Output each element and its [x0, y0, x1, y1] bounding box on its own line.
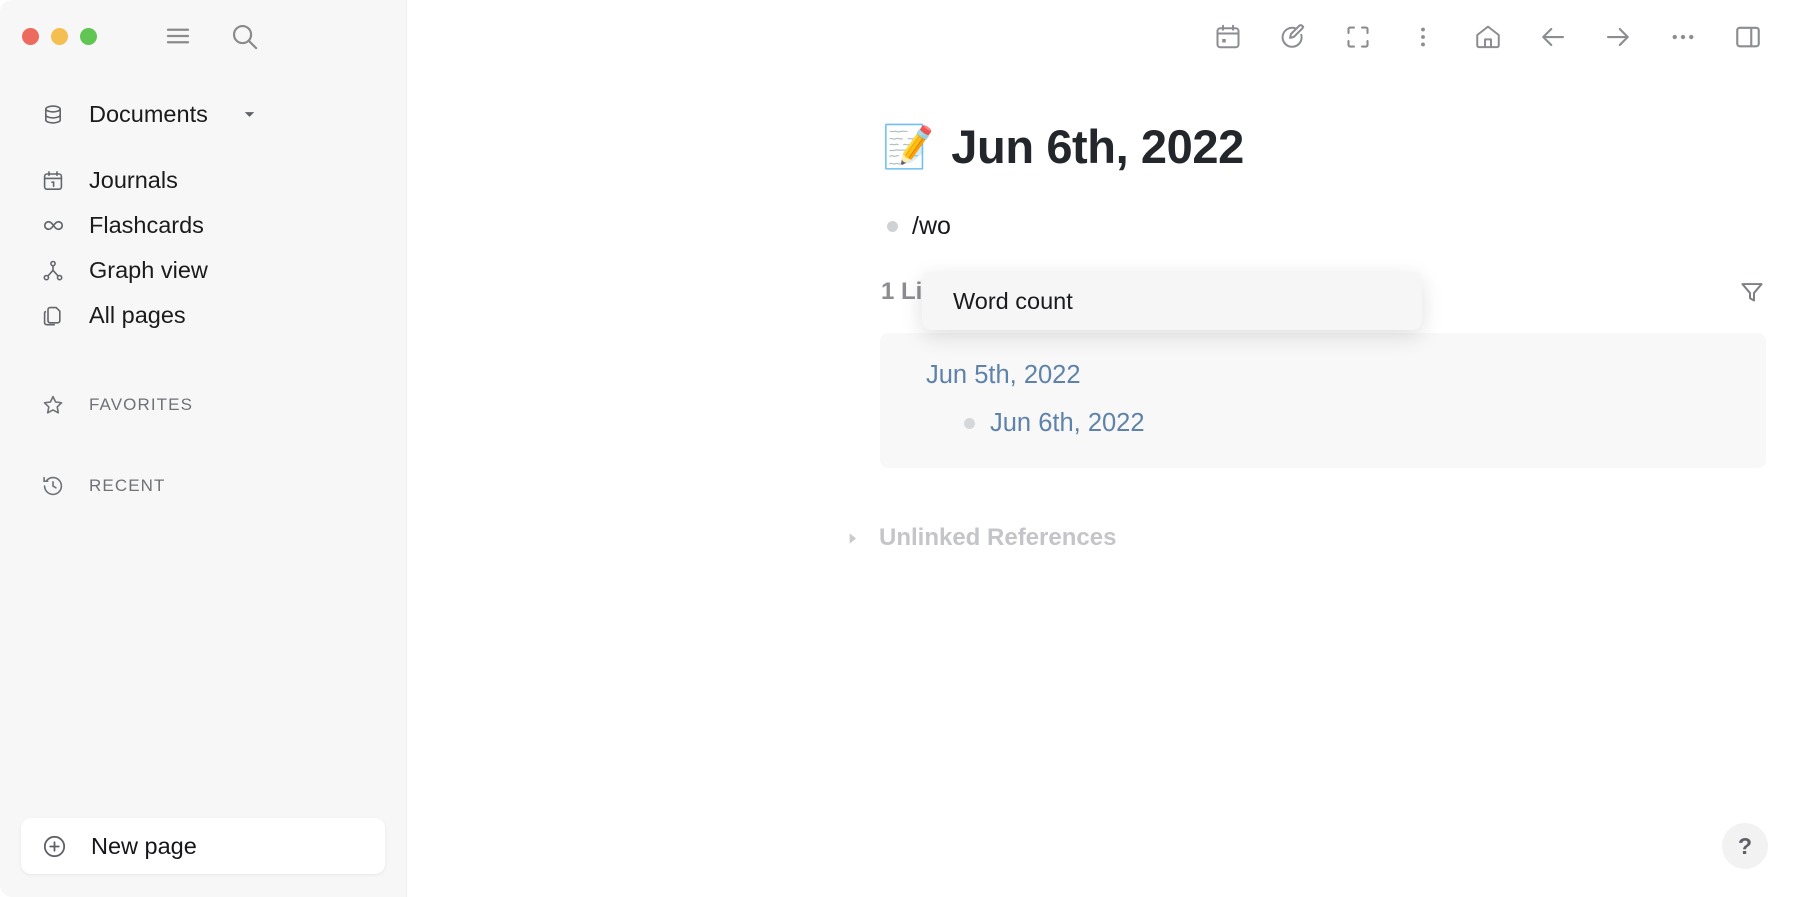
editor-block[interactable]: /wo — [407, 210, 1800, 242]
graph-node-icon — [40, 258, 66, 284]
block-text[interactable]: /wo — [912, 212, 951, 241]
window-controls — [22, 27, 97, 45]
sidebar-nav: Documents Journals Flashcards Graph view… — [0, 72, 406, 508]
back-button[interactable] — [1535, 19, 1571, 55]
sidebar-item-label: All pages — [89, 301, 186, 328]
journal-calendar-button[interactable] — [1210, 19, 1246, 55]
sidebar-section-favorites[interactable]: FAVORITES — [0, 382, 406, 427]
infinity-icon — [40, 213, 66, 239]
sidebar-item-label: Documents — [89, 100, 208, 127]
sidebar-item-journals[interactable]: Journals — [0, 158, 406, 203]
plus-circle-icon — [41, 833, 68, 860]
page-header: 📝 Jun 6th, 2022 — [407, 119, 1800, 174]
star-icon — [40, 392, 66, 418]
sidebar-item-flashcards[interactable]: Flashcards — [0, 203, 406, 248]
sidebar-item-label: Journals — [89, 166, 178, 193]
more-vertical-button[interactable] — [1405, 19, 1441, 55]
fullscreen-button[interactable] — [1340, 19, 1376, 55]
app-window: Documents Journals Flashcards Graph view… — [0, 0, 1800, 897]
sidebar-section-label: FAVORITES — [89, 394, 194, 414]
minimize-window-button[interactable] — [51, 27, 68, 45]
database-icon — [40, 102, 66, 128]
forward-button[interactable] — [1600, 19, 1636, 55]
page-title[interactable]: Jun 6th, 2022 — [951, 119, 1244, 174]
dots-button[interactable] — [1665, 19, 1701, 55]
home-button[interactable] — [1470, 19, 1506, 55]
left-sidebar: Documents Journals Flashcards Graph view… — [0, 0, 407, 897]
pages-copy-icon — [40, 303, 66, 329]
sidebar-section-label: RECENT — [89, 475, 166, 495]
slash-command-popup: Word count — [922, 272, 1422, 330]
history-clock-icon — [40, 473, 66, 499]
reference-page-link[interactable]: Jun 5th, 2022 — [880, 361, 1766, 390]
edit-button[interactable] — [1275, 19, 1311, 55]
new-page-button[interactable]: New page — [21, 818, 385, 874]
slash-command-item-word-count[interactable]: Word count — [922, 279, 1422, 323]
unlinked-references-toggle[interactable]: Unlinked References — [407, 524, 1800, 552]
block-bullet-icon[interactable] — [964, 418, 975, 429]
main-content: 📝 Jun 6th, 2022 /wo Word count 1 Linked … — [407, 0, 1800, 897]
notepad-icon: 📝 — [882, 122, 935, 170]
calendar-icon — [40, 168, 66, 194]
search-icon[interactable] — [227, 19, 261, 53]
reference-child-link[interactable]: Jun 6th, 2022 — [990, 409, 1145, 438]
right-sidebar-button[interactable] — [1730, 19, 1766, 55]
unlinked-references-label: Unlinked References — [879, 524, 1117, 551]
close-window-button[interactable] — [22, 27, 39, 45]
sidebar-item-label: Flashcards — [89, 211, 204, 238]
sidebar-titlebar-actions — [161, 19, 261, 53]
sidebar-titlebar — [0, 0, 406, 72]
top-toolbar — [407, 0, 1800, 74]
sidebar-item-all-pages[interactable]: All pages — [0, 293, 406, 338]
help-button[interactable]: ? — [1722, 823, 1768, 869]
hamburger-menu-icon[interactable] — [161, 19, 195, 53]
new-page-label: New page — [91, 832, 197, 859]
reference-child-block: Jun 6th, 2022 — [880, 409, 1766, 438]
triangle-right-icon — [844, 530, 861, 547]
chevron-down-icon[interactable] — [240, 105, 259, 124]
zoom-window-button[interactable] — [80, 27, 97, 45]
sidebar-item-documents[interactable]: Documents — [0, 92, 406, 137]
sidebar-section-recent[interactable]: RECENT — [0, 463, 406, 508]
sidebar-item-graph-view[interactable]: Graph view — [0, 248, 406, 293]
filter-funnel-icon[interactable] — [1738, 278, 1766, 306]
block-bullet-icon[interactable] — [887, 220, 898, 232]
linked-reference-card: Jun 5th, 2022 Jun 6th, 2022 — [880, 333, 1766, 468]
sidebar-item-label: Graph view — [89, 256, 208, 283]
